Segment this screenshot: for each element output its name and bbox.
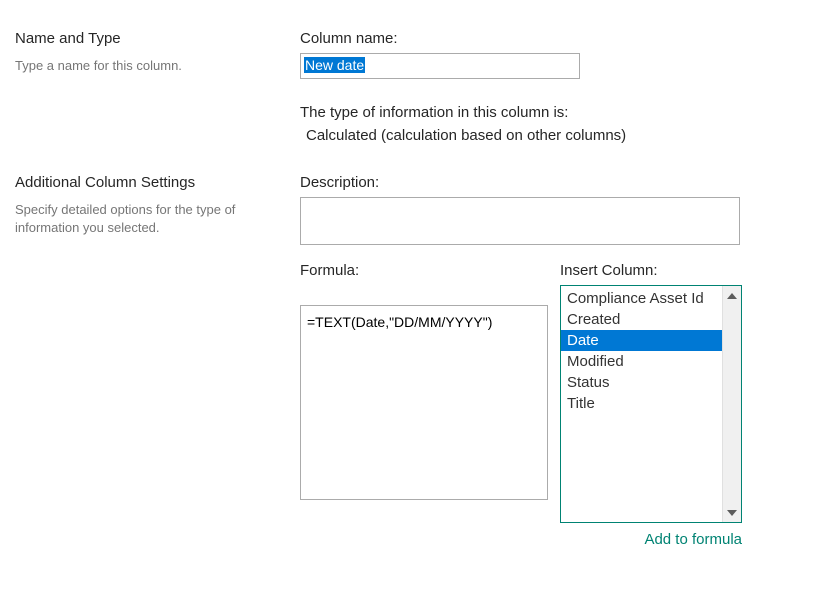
- formula-textarea[interactable]: [300, 305, 548, 500]
- additional-title: Additional Column Settings: [15, 174, 280, 191]
- name-type-title: Name and Type: [15, 30, 280, 47]
- insert-column-option[interactable]: Status: [561, 372, 722, 393]
- insert-column-scrollbar[interactable]: [722, 286, 741, 522]
- insert-column-option[interactable]: Modified: [561, 351, 722, 372]
- insert-column-option[interactable]: Date: [561, 330, 722, 351]
- insert-column-option[interactable]: Created: [561, 309, 722, 330]
- scroll-down-icon[interactable]: [723, 503, 741, 522]
- insert-column-listbox[interactable]: Compliance Asset IdCreatedDateModifiedSt…: [560, 285, 742, 523]
- column-name-label: Column name:: [300, 30, 816, 47]
- type-value: Calculated (calculation based on other c…: [300, 127, 816, 144]
- column-name-input[interactable]: [300, 53, 580, 79]
- description-textarea[interactable]: [300, 197, 740, 245]
- name-type-desc: Type a name for this column.: [15, 57, 280, 75]
- insert-column-label: Insert Column:: [560, 262, 742, 279]
- description-label: Description:: [300, 174, 816, 191]
- add-to-formula-link[interactable]: Add to formula: [560, 531, 742, 548]
- formula-label: Formula:: [300, 262, 548, 279]
- scroll-up-icon[interactable]: [723, 286, 741, 305]
- insert-column-option[interactable]: Compliance Asset Id: [561, 288, 722, 309]
- insert-column-option[interactable]: Title: [561, 393, 722, 414]
- additional-desc: Specify detailed options for the type of…: [15, 201, 280, 237]
- type-info-label: The type of information in this column i…: [300, 104, 816, 121]
